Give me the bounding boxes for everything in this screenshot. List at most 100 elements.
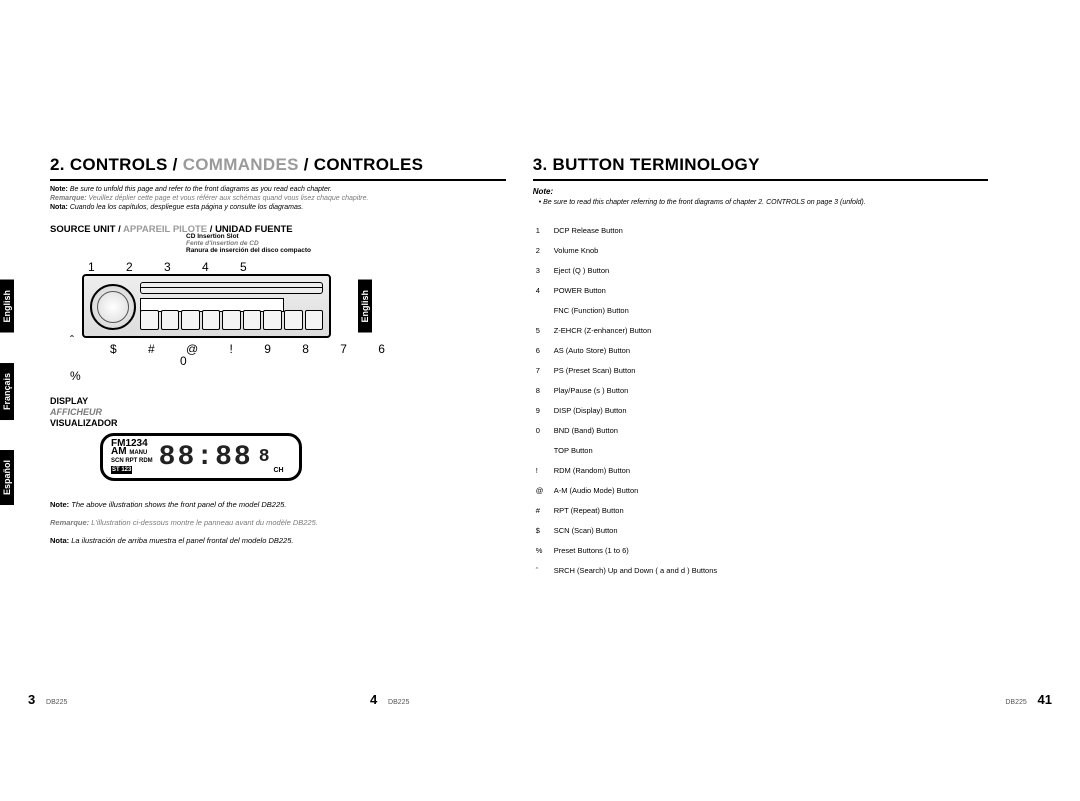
- button-number: $: [535, 522, 551, 540]
- button-number: 2: [535, 242, 551, 260]
- fig-es: La ilustración de arriba muestra el pane…: [69, 536, 293, 545]
- callout-left-1: ˆ: [70, 322, 81, 358]
- note-en: Be sure to unfold this page and refer to…: [68, 186, 332, 193]
- front-panel-diagram: 1 2 3 4 5 ˆ % $ # @ ! 9 8 7 6 0: [50, 260, 506, 368]
- button-number: [535, 302, 551, 320]
- callout-left-2: %: [70, 358, 81, 394]
- button-desc: BND (Band) Button: [553, 422, 718, 440]
- cd-slot-graphic: [140, 282, 323, 294]
- page-footer-3: 3 DB225: [28, 692, 67, 707]
- button-number: %: [535, 542, 551, 560]
- button-number: 9: [535, 402, 551, 420]
- fig-es-label: Nota:: [50, 536, 69, 545]
- button-desc: Play/Pause (s ) Button: [553, 382, 718, 400]
- figure-notes: Note: The above illustration shows the f…: [50, 499, 506, 547]
- button-number: 7: [535, 362, 551, 380]
- button-number: #: [535, 502, 551, 520]
- tab-espanol-left: Español: [0, 450, 14, 505]
- button-number: 1: [535, 222, 551, 240]
- heading-fr: COMMANDES: [183, 155, 299, 174]
- display-es: VISUALIZADOR: [50, 418, 506, 429]
- button-number: 8: [535, 382, 551, 400]
- button-list-row: 7PS (Preset Scan) Button: [535, 362, 718, 380]
- fig-en: The above illustration shows the front p…: [69, 500, 286, 509]
- lcd-row2: SCN RPT RDM: [111, 457, 153, 465]
- heading-sep-1: /: [168, 155, 183, 174]
- section-heading-terminology: 3. BUTTON TERMINOLOGY: [533, 155, 989, 175]
- button-list-row: !RDM (Random) Button: [535, 462, 718, 480]
- button-number: 5: [535, 322, 551, 340]
- bt-note-body: Be sure to read this chapter referring t…: [539, 199, 989, 206]
- button-desc: SCN (Scan) Button: [553, 522, 718, 540]
- page-num-4: 4: [370, 692, 377, 707]
- cd-lbl-fr: Fente d'insertion de CD: [186, 240, 506, 247]
- callouts-top: 1 2 3 4 5: [50, 260, 506, 274]
- button-desc: Eject (Q ) Button: [553, 262, 718, 280]
- button-list-row: 0BND (Band) Button: [535, 422, 718, 440]
- bt-note-head: Note:: [533, 187, 989, 196]
- lcd-indicators: FM1234 AM MANU SCN RPT RDM ST 123: [111, 440, 153, 474]
- lcd-row3: ST 123: [111, 466, 132, 474]
- button-number: 6: [535, 342, 551, 360]
- button-desc: DISP (Display) Button: [553, 402, 718, 420]
- button-list-row: @A-M (Audio Mode) Button: [535, 482, 718, 500]
- button-list: 1DCP Release Button 2Volume Knob 3Eject (Q…: [533, 220, 720, 582]
- page-num-3: 3: [28, 692, 35, 707]
- note-fr: Veuillez déplier cette page et vous réfé…: [87, 195, 369, 202]
- button-number: ˆ: [535, 562, 551, 580]
- button-number: 0: [535, 422, 551, 440]
- button-desc: TOP Button: [553, 442, 718, 460]
- button-list-row: FNC (Function) Button: [535, 302, 718, 320]
- button-list-row: 5Z-EHCR (Z-enhancer) Button: [535, 322, 718, 340]
- section-heading-controls: 2. CONTROLS / COMMANDES / CONTROLES: [50, 155, 506, 175]
- button-number: @: [535, 482, 551, 500]
- button-list-row: 6AS (Auto Store) Button: [535, 342, 718, 360]
- button-list-row: %Preset Buttons (1 to 6): [535, 542, 718, 560]
- lcd-ch: CH: [274, 467, 284, 474]
- sub-en: SOURCE UNIT: [50, 224, 115, 235]
- page-footer-4: 4 DB225: [370, 692, 409, 707]
- fig-fr: L'illustration ci-dessous montre le pann…: [89, 518, 318, 527]
- callouts-left: ˆ %: [70, 322, 81, 394]
- page-footer-41: DB225 41: [1005, 692, 1052, 707]
- note-fr-label: Remarque:: [50, 195, 87, 202]
- lcd-am: AM: [111, 446, 127, 457]
- note-es-label: Nota:: [50, 204, 68, 211]
- button-list-row: 1DCP Release Button: [535, 222, 718, 240]
- button-number: !: [535, 462, 551, 480]
- radio-front-panel: [82, 274, 331, 338]
- button-desc: PS (Preset Scan) Button: [553, 362, 718, 380]
- callouts-bottom-zero: 0: [50, 354, 506, 368]
- heading-sep-2: /: [299, 155, 314, 174]
- lcd-segment-small: 8: [259, 447, 272, 467]
- heading-rule-right: [533, 179, 989, 181]
- button-desc: SRCH (Search) Up and Down ( a and d ) Bu…: [553, 562, 718, 580]
- button-desc: POWER Button: [553, 282, 718, 300]
- page-blank: [994, 155, 1052, 701]
- unfold-note: Note: Be sure to unfold this page and re…: [50, 185, 506, 212]
- button-desc: FNC (Function) Button: [553, 302, 718, 320]
- button-list-row: #RPT (Repeat) Button: [535, 502, 718, 520]
- button-list-row: 9DISP (Display) Button: [535, 402, 718, 420]
- button-list-row: 3Eject (Q ) Button: [535, 262, 718, 280]
- display-subtitle: DISPLAY AFFICHEUR VISUALIZADOR: [50, 396, 506, 429]
- cd-slot-label: CD Insertion Slot Fente d'insertion de C…: [186, 233, 506, 254]
- button-list-row: 2Volume Knob: [535, 242, 718, 260]
- language-tabs-left: English Français Español: [0, 280, 14, 505]
- lcd-manu: MANU: [129, 450, 147, 456]
- button-number: [535, 442, 551, 460]
- cd-lbl-es: Ranura de inserción del disco compacto: [186, 247, 506, 254]
- button-desc: Preset Buttons (1 to 6): [553, 542, 718, 560]
- tab-english-left: English: [0, 280, 14, 333]
- display-fr: AFFICHEUR: [50, 407, 506, 418]
- button-number: 3: [535, 262, 551, 280]
- heading-rule-left: [50, 179, 506, 181]
- button-list-row: 4POWER Button: [535, 282, 718, 300]
- lcd-figure: FM1234 AM MANU SCN RPT RDM ST 123 88:88 …: [100, 433, 302, 481]
- button-list-row: ˆSRCH (Search) Up and Down ( a and d ) B…: [535, 562, 718, 580]
- heading-en: CONTROLS: [70, 155, 168, 174]
- fig-en-label: Note:: [50, 500, 69, 509]
- heading-prefix: 2.: [50, 155, 70, 174]
- button-desc: Z-EHCR (Z-enhancer) Button: [553, 322, 718, 340]
- manual-spread: English Français Español English 2. CONT…: [0, 0, 1080, 801]
